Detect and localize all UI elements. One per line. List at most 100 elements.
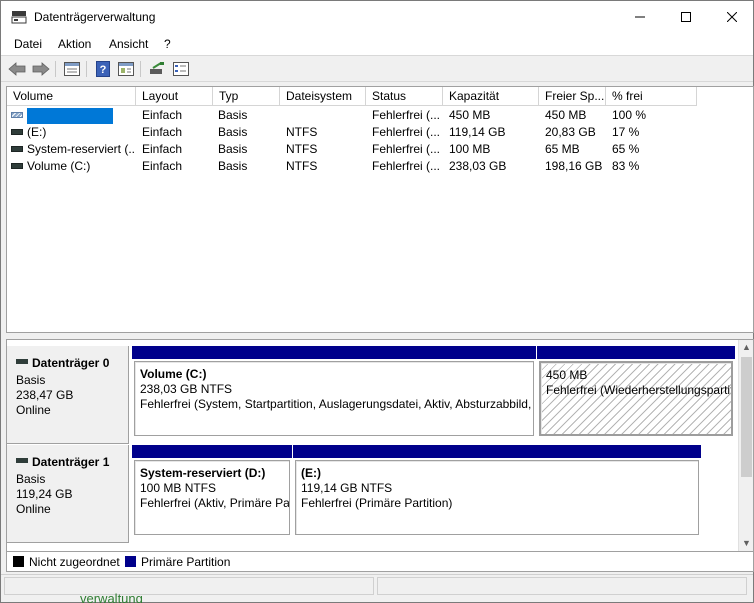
typ-cell: Basis xyxy=(218,108,248,122)
partition-body: System-reserviert (D:) 100 MB NTFS Fehle… xyxy=(134,460,290,535)
partition-size: 238,03 GB NTFS xyxy=(140,382,233,396)
kapazitaet-cell: 100 MB xyxy=(449,142,491,156)
volume-cell: Volume (C:) xyxy=(11,158,136,175)
dateisystem-cell: NTFS xyxy=(286,125,318,139)
column-header-typ[interactable]: Typ xyxy=(213,87,280,106)
disk-row[interactable]: Datenträger 1 Basis 119,24 GB Online Sys… xyxy=(7,445,739,543)
volume-row[interactable]: Einfach Basis Fehlerfrei (... 450 MB 450… xyxy=(7,107,753,124)
disk-row[interactable]: Datenträger 0 Basis 238,47 GB Online Vol… xyxy=(7,346,739,444)
prozent-cell: 65 % xyxy=(612,142,640,156)
primary-partition-bar xyxy=(132,346,536,359)
disk-state: Online xyxy=(16,403,51,417)
partition-e[interactable]: (E:) 119,14 GB NTFS Fehlerfrei (Primäre … xyxy=(293,445,701,535)
volume-cell: (E:) xyxy=(11,124,136,141)
disk-list-button[interactable] xyxy=(62,60,82,78)
partition-volume-c[interactable]: Volume (C:) 238,03 GB NTFS Fehlerfrei (S… xyxy=(132,346,536,436)
status-segment xyxy=(377,577,747,595)
column-header-kapazitaet[interactable]: Kapazität xyxy=(443,87,539,106)
partition-title: System-reserviert (D:) xyxy=(140,466,266,480)
disk-name: Datenträger 0 xyxy=(32,356,110,370)
typ-cell: Basis xyxy=(218,125,248,139)
typ-cell: Basis xyxy=(218,159,248,173)
menu-help[interactable]: ? xyxy=(164,37,171,51)
close-button[interactable] xyxy=(709,1,754,33)
disk-pane-scrollbar[interactable]: ▲ ▼ xyxy=(738,340,753,551)
disk-management-window: Datenträgerverwaltung Datei Aktion Ansic… xyxy=(0,0,754,603)
volume-icon xyxy=(11,145,23,152)
kapazitaet-cell: 450 MB xyxy=(449,108,491,122)
layout-cell: Einfach xyxy=(142,108,183,122)
frei-cell: 20,83 GB xyxy=(545,125,596,139)
maximize-button[interactable] xyxy=(663,1,709,33)
help-button[interactable]: ? xyxy=(93,60,113,78)
menu-bar: Datei Aktion Ansicht ? xyxy=(1,33,753,55)
partition-status: Fehlerfrei (Primäre Partition) xyxy=(301,496,453,510)
status-cell: Fehlerfrei (... xyxy=(372,159,441,173)
volume-hatched-icon xyxy=(11,111,23,118)
partition-body-selected: 450 MB Fehlerfrei (Wiederherstellungspar… xyxy=(539,361,733,436)
disk-info[interactable]: Datenträger 0 Basis 238,47 GB Online xyxy=(7,346,129,444)
minimize-icon xyxy=(635,16,645,18)
volume-row[interactable]: System-reserviert (... Einfach Basis NTF… xyxy=(7,141,753,158)
disk-info[interactable]: Datenträger 1 Basis 119,24 GB Online xyxy=(7,445,129,543)
legend-swatch xyxy=(13,556,24,568)
forward-button[interactable] xyxy=(31,60,51,78)
menu-datei[interactable]: Datei xyxy=(14,37,42,51)
toolbar-separator xyxy=(140,61,141,77)
column-header-layout[interactable]: Layout xyxy=(136,87,213,106)
column-header-status[interactable]: Status xyxy=(366,87,443,106)
legend-swatch xyxy=(125,556,136,568)
help-icon: ? xyxy=(96,61,110,77)
disk-size: 119,24 GB xyxy=(16,487,73,501)
status-cell: Fehlerfrei (... xyxy=(372,125,441,139)
partition-title: (E:) xyxy=(301,466,321,480)
column-header-prozent-frei[interactable]: % frei xyxy=(606,87,697,106)
back-button[interactable] xyxy=(7,60,27,78)
menu-aktion[interactable]: Aktion xyxy=(58,37,91,51)
forward-arrow-icon xyxy=(32,62,50,76)
layout-cell: Einfach xyxy=(142,142,183,156)
window-title: Datenträgerverwaltung xyxy=(34,10,156,24)
frei-cell: 198,16 GB xyxy=(545,159,603,173)
volume-name: Volume (C:) xyxy=(27,159,91,173)
settings-icon xyxy=(173,62,189,76)
kapazitaet-cell: 238,03 GB xyxy=(449,159,507,173)
column-header-dateisystem[interactable]: Dateisystem xyxy=(280,87,366,106)
scroll-down-icon[interactable]: ▼ xyxy=(742,538,751,548)
column-header-volume[interactable]: Volume xyxy=(7,87,136,106)
connect-button[interactable] xyxy=(147,60,167,78)
scroll-up-icon[interactable]: ▲ xyxy=(742,342,751,352)
disk-icon xyxy=(16,458,28,464)
partition-system-reserved[interactable]: System-reserviert (D:) 100 MB NTFS Fehle… xyxy=(132,445,292,535)
properties-button[interactable] xyxy=(116,60,136,78)
disk-graphical-view[interactable]: Datenträger 0 Basis 238,47 GB Online Vol… xyxy=(6,339,754,552)
disk-type: Basis xyxy=(16,472,46,486)
properties-icon xyxy=(118,62,134,76)
toolbar-separator xyxy=(55,61,56,77)
prozent-cell: 83 % xyxy=(612,159,640,173)
minimize-button[interactable] xyxy=(617,1,663,33)
layout-cell: Einfach xyxy=(142,159,183,173)
close-icon xyxy=(727,12,737,22)
settings-button[interactable] xyxy=(171,60,191,78)
primary-partition-bar xyxy=(537,346,735,359)
svg-text:?: ? xyxy=(100,64,107,76)
volume-cell: System-reserviert (... xyxy=(11,141,136,158)
volume-list[interactable]: Volume Layout Typ Dateisystem Status Kap… xyxy=(6,86,754,333)
volume-icon xyxy=(11,128,23,135)
legend: Nicht zugeordnet Primäre Partition xyxy=(6,552,754,572)
volume-icon xyxy=(11,162,23,169)
volume-row[interactable]: (E:) Einfach Basis NTFS Fehlerfrei (... … xyxy=(7,124,753,141)
menu-ansicht[interactable]: Ansicht xyxy=(109,37,148,51)
status-segment xyxy=(4,577,374,595)
legend-label: Primäre Partition xyxy=(141,555,231,569)
scrollbar-thumb[interactable] xyxy=(741,357,752,477)
column-header-freier-speicher[interactable]: Freier Sp... xyxy=(539,87,606,106)
prozent-cell: 100 % xyxy=(612,108,647,122)
frei-cell: 65 MB xyxy=(545,142,580,156)
volume-row[interactable]: Volume (C:) Einfach Basis NTFS Fehlerfre… xyxy=(7,158,753,175)
prozent-cell: 17 % xyxy=(612,125,640,139)
partition-title: Volume (C:) xyxy=(140,367,207,381)
frei-cell: 450 MB xyxy=(545,108,587,122)
partition-recovery[interactable]: 450 MB Fehlerfrei (Wiederherstellungspar… xyxy=(537,346,735,436)
